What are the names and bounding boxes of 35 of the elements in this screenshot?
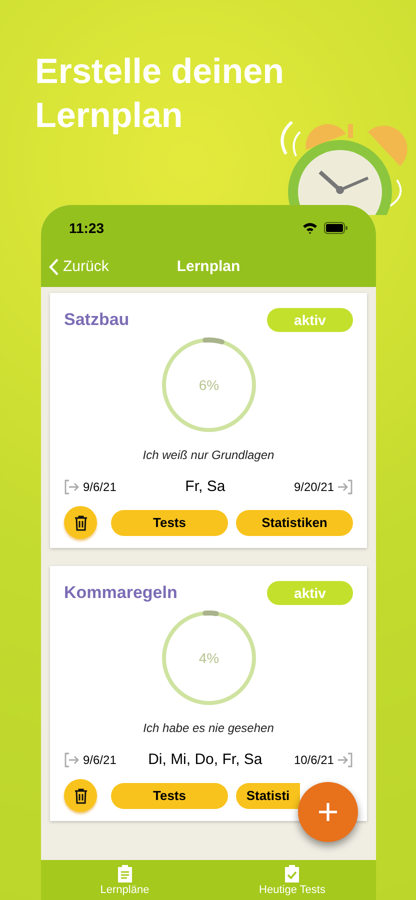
weekdays: Di, Mi, Do, Fr, Sa bbox=[148, 750, 262, 770]
wifi-icon bbox=[302, 222, 318, 234]
headline: Erstelle deinen Lernplan bbox=[35, 51, 285, 137]
tests-button[interactable]: Tests bbox=[111, 510, 228, 536]
trash-icon bbox=[74, 788, 88, 804]
battery-icon bbox=[324, 222, 348, 234]
statistics-button[interactable]: Statistiken bbox=[236, 510, 353, 536]
end-date: 10/6/21 bbox=[294, 752, 334, 769]
clipboard-list-icon bbox=[116, 864, 133, 883]
screen-title: Lernplan bbox=[176, 256, 240, 277]
self-assessment: Ich weiß nur Grundlagen bbox=[142, 447, 276, 464]
weekdays: Fr, Sa bbox=[185, 476, 226, 497]
start-date: 9/6/21 bbox=[83, 479, 116, 496]
enter-icon bbox=[336, 752, 353, 768]
plus-icon bbox=[318, 802, 338, 822]
chevron-left-icon bbox=[49, 258, 59, 276]
progress-percent: 6% bbox=[198, 377, 219, 393]
trash-icon bbox=[74, 514, 88, 530]
delete-button[interactable] bbox=[64, 779, 97, 812]
statistics-button[interactable]: Statisti bbox=[236, 782, 300, 808]
exit-icon bbox=[64, 479, 80, 495]
exit-icon bbox=[64, 752, 80, 768]
start-date: 9/6/21 bbox=[83, 752, 116, 769]
progress-percent: 4% bbox=[198, 650, 219, 666]
self-assessment: Ich habe es nie gesehen bbox=[142, 720, 275, 737]
end-date: 9/20/21 bbox=[294, 479, 334, 496]
status-badge: aktiv bbox=[267, 308, 353, 332]
plan-title: Satzbau bbox=[64, 309, 130, 332]
enter-icon bbox=[337, 479, 353, 495]
clipboard-check-icon bbox=[284, 864, 300, 883]
delete-button[interactable] bbox=[64, 506, 97, 539]
plan-title: Kommaregeln bbox=[64, 582, 178, 604]
tests-button[interactable]: Tests bbox=[111, 782, 228, 808]
status-badge: aktiv bbox=[267, 581, 353, 605]
status-time: 11:23 bbox=[69, 218, 104, 238]
